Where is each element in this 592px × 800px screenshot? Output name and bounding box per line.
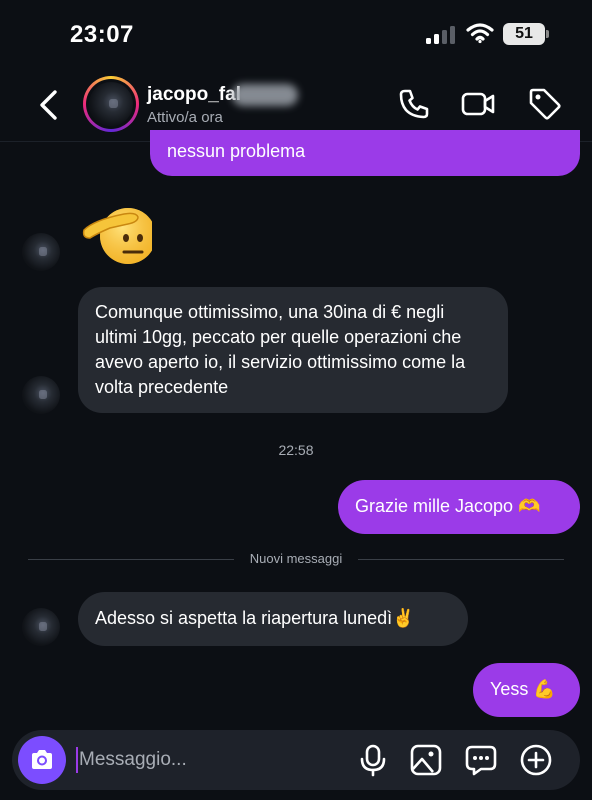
message-bubble-incoming[interactable]: Comunque ottimissimo, una 30ina di € neg… [78, 287, 508, 413]
battery-nub [546, 30, 549, 38]
sender-avatar[interactable] [22, 233, 60, 271]
contact-username[interactable]: jacopo_fal [147, 84, 241, 106]
message-bubble-outgoing[interactable]: Grazie mille Jacopo 🫶 [338, 480, 580, 534]
sender-avatar[interactable] [22, 376, 60, 414]
gallery-icon[interactable] [409, 743, 443, 777]
contact-active-status: Attivo/a ora [147, 109, 223, 126]
video-icon[interactable] [460, 86, 496, 122]
signal-icon [426, 26, 455, 44]
battery-icon: 51 [503, 23, 545, 45]
sender-avatar[interactable] [22, 608, 60, 646]
status-bar: 23:07 51 [0, 0, 592, 70]
message-input[interactable] [79, 746, 339, 774]
message-bubble-outgoing[interactable]: Yess 💪 [473, 663, 580, 717]
message-timestamp: 22:58 [278, 442, 314, 458]
divider-line [358, 559, 564, 560]
avatar-image [89, 82, 133, 126]
saluting-face-emoji[interactable] [80, 202, 152, 268]
text-caret [76, 747, 78, 773]
message-composer [12, 730, 580, 790]
back-chevron-icon[interactable] [36, 88, 62, 122]
sticker-icon[interactable] [464, 743, 498, 777]
message-bubble-outgoing[interactable]: nessun problema [150, 130, 580, 176]
redacted-username-blur [232, 84, 298, 106]
status-time: 23:07 [70, 21, 134, 48]
battery-level: 51 [515, 25, 533, 42]
wifi-icon [466, 23, 494, 44]
camera-icon [32, 750, 52, 769]
contact-avatar[interactable] [83, 76, 139, 132]
message-bubble-incoming[interactable]: Adesso si aspetta la riapertura lunedì✌️ [78, 592, 468, 646]
mic-icon[interactable] [356, 743, 390, 777]
plus-icon[interactable] [519, 743, 553, 777]
tag-icon[interactable] [527, 86, 563, 122]
phone-icon[interactable] [396, 86, 432, 122]
camera-button[interactable] [18, 736, 66, 784]
